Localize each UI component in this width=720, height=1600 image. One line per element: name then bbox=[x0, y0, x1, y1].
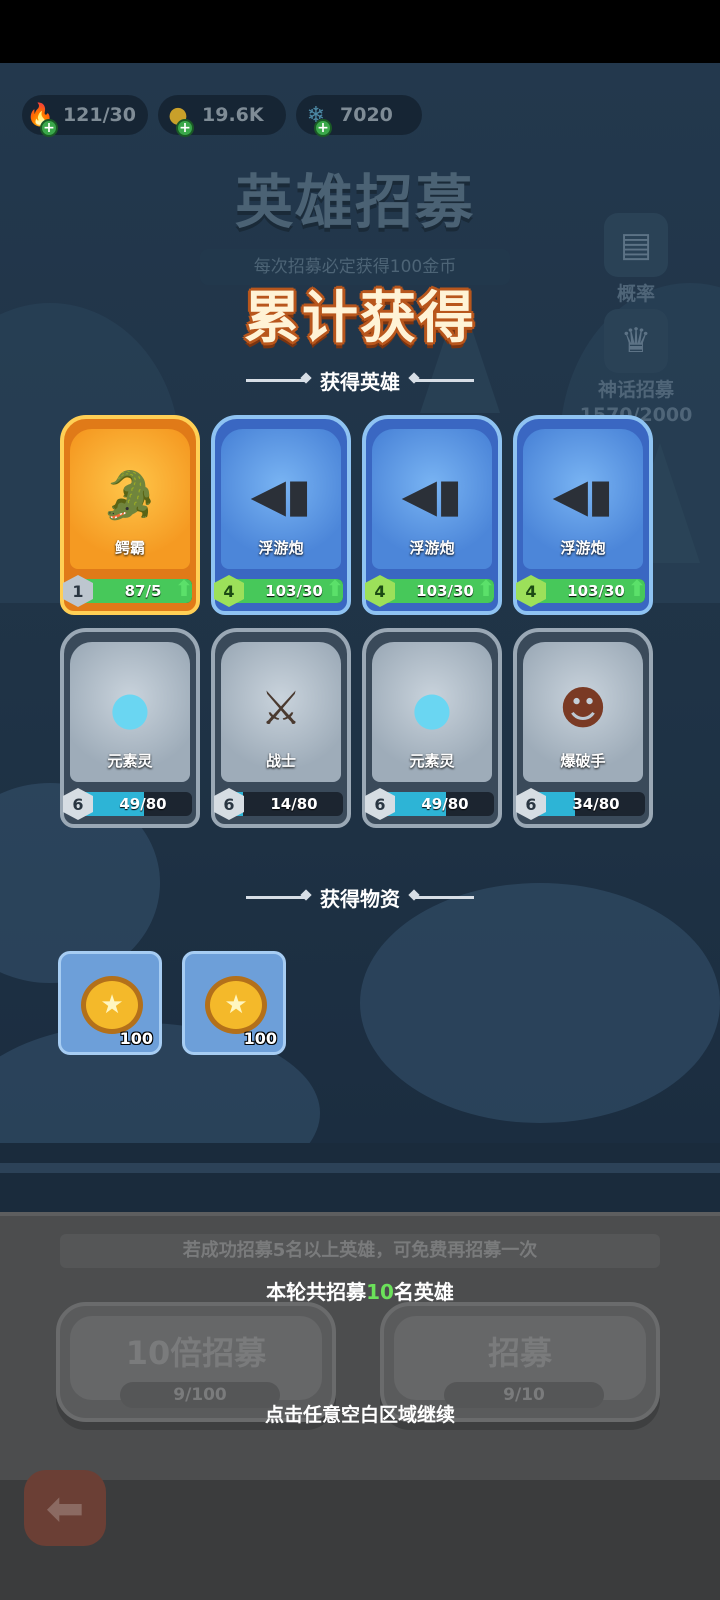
bonus-hint: 若成功招募5名以上英雄，可免费再招募一次 bbox=[60, 1234, 660, 1268]
hero-name: 鳄霸 bbox=[114, 539, 145, 557]
popup-title: 累计获得 bbox=[244, 286, 476, 351]
bg-ground-edge bbox=[0, 1163, 720, 1173]
hero-card[interactable]: ◀▮ 浮游炮 103/30 4 ⬆ bbox=[362, 415, 502, 615]
crystal-icon: ❄ + bbox=[296, 95, 336, 137]
item-slot[interactable]: ★ 100 bbox=[182, 951, 286, 1055]
hero-card[interactable]: ◀▮ 浮游炮 103/30 4 ⬆ bbox=[211, 415, 351, 615]
crystal-resource[interactable]: ❄ + 7020 bbox=[296, 95, 422, 137]
hero-name: 浮游炮 bbox=[409, 539, 455, 557]
divider bbox=[414, 896, 474, 899]
hero-name: 浮游炮 bbox=[560, 539, 606, 557]
bg-snow bbox=[360, 883, 720, 1123]
hero-progress-text: 49/80 bbox=[421, 795, 469, 813]
divider bbox=[246, 896, 306, 899]
hero-portrait-icon: 🐊 bbox=[101, 467, 159, 522]
energy-resource[interactable]: 🔥 + 121/30 bbox=[22, 95, 148, 137]
back-arrow-icon: ⬅ bbox=[45, 1481, 85, 1535]
hero-name: 浮游炮 bbox=[258, 539, 304, 557]
gold-coin-icon: ★ bbox=[205, 976, 267, 1034]
recruit-ten-label: 10倍招募 bbox=[125, 1334, 267, 1372]
add-crystal-icon[interactable]: + bbox=[314, 119, 332, 137]
hero-card[interactable]: ☻ 爆破手 34/80 6 bbox=[513, 628, 653, 828]
add-gold-icon[interactable]: + bbox=[176, 119, 194, 137]
heroes-section-title: 获得英雄 bbox=[320, 370, 400, 394]
hero-portrait-icon: ⚔ bbox=[260, 681, 302, 735]
heroes-section-header: 获得英雄 bbox=[0, 366, 720, 395]
gold-value: 19.6K bbox=[202, 104, 264, 126]
hero-portrait-icon: ◀▮ bbox=[401, 468, 463, 522]
hero-name: 元素灵 bbox=[107, 752, 153, 770]
items-section-title: 获得物资 bbox=[320, 887, 400, 911]
item-quantity: 100 bbox=[119, 1029, 153, 1048]
item-quantity: 100 bbox=[243, 1029, 277, 1048]
hero-card[interactable]: ● 元素灵 49/80 6 bbox=[362, 628, 502, 828]
hero-portrait-icon: ● bbox=[109, 681, 151, 735]
divider bbox=[246, 379, 306, 382]
energy-icon: 🔥 + bbox=[22, 95, 59, 137]
hero-portrait-icon: ☻ bbox=[559, 681, 607, 735]
round-suffix: 名英雄 bbox=[393, 1280, 454, 1304]
upgrade-arrow-icon: ⬆ bbox=[627, 577, 647, 602]
document-icon: ▤ bbox=[604, 213, 668, 277]
recruit-panel: 若成功招募5名以上英雄，可免费再招募一次 本轮共招募10名英雄 10倍招募 9/… bbox=[0, 1212, 720, 1480]
hero-progress-text: 34/80 bbox=[572, 795, 620, 813]
hero-name: 元素灵 bbox=[409, 752, 455, 770]
upgrade-arrow-icon: ⬆ bbox=[325, 577, 345, 602]
crystal-value: 7020 bbox=[340, 104, 393, 126]
recruit-title: 英雄招募 bbox=[234, 168, 475, 236]
hero-progress-text: 14/80 bbox=[270, 795, 318, 813]
hero-card[interactable]: ◀▮ 浮游炮 103/30 4 ⬆ bbox=[513, 415, 653, 615]
footer-bar bbox=[0, 1480, 720, 1600]
continue-prompt[interactable]: 点击任意空白区域继续 bbox=[0, 1400, 720, 1427]
recruit-one-label: 招募 bbox=[487, 1334, 552, 1372]
hero-portrait-icon: ◀▮ bbox=[552, 468, 614, 522]
divider bbox=[414, 379, 474, 382]
gold-coin-icon: ● + bbox=[158, 95, 198, 137]
round-count: 10 bbox=[366, 1280, 394, 1304]
hero-card[interactable]: ⚔ 战士 14/80 6 bbox=[211, 628, 351, 828]
hero-card[interactable]: ● 元素灵 49/80 6 bbox=[60, 628, 200, 828]
back-button[interactable]: ⬅ bbox=[24, 1470, 106, 1546]
add-energy-icon[interactable]: + bbox=[40, 119, 58, 137]
hero-name: 爆破手 bbox=[560, 752, 606, 770]
hero-progress-text: 49/80 bbox=[119, 795, 167, 813]
hero-name: 战士 bbox=[265, 752, 296, 770]
gold-coin-icon: ★ bbox=[81, 976, 143, 1034]
items-section-header: 获得物资 bbox=[0, 883, 720, 912]
upgrade-arrow-icon: ⬆ bbox=[174, 577, 194, 602]
hero-card[interactable]: 🐊 鳄霸 87/5 1 ⬆ bbox=[60, 415, 200, 615]
status-bar bbox=[0, 0, 720, 63]
hero-portrait-icon: ● bbox=[411, 681, 453, 735]
energy-value: 121/30 bbox=[62, 104, 136, 126]
gold-resource[interactable]: ● + 19.6K bbox=[158, 95, 286, 137]
upgrade-arrow-icon: ⬆ bbox=[476, 577, 496, 602]
hero-portrait-icon: ◀▮ bbox=[250, 468, 312, 522]
round-prefix: 本轮共招募 bbox=[266, 1280, 367, 1304]
item-slot[interactable]: ★ 100 bbox=[58, 951, 162, 1055]
bg-ground bbox=[0, 1143, 720, 1213]
round-summary: 本轮共招募10名英雄 bbox=[0, 1276, 720, 1305]
